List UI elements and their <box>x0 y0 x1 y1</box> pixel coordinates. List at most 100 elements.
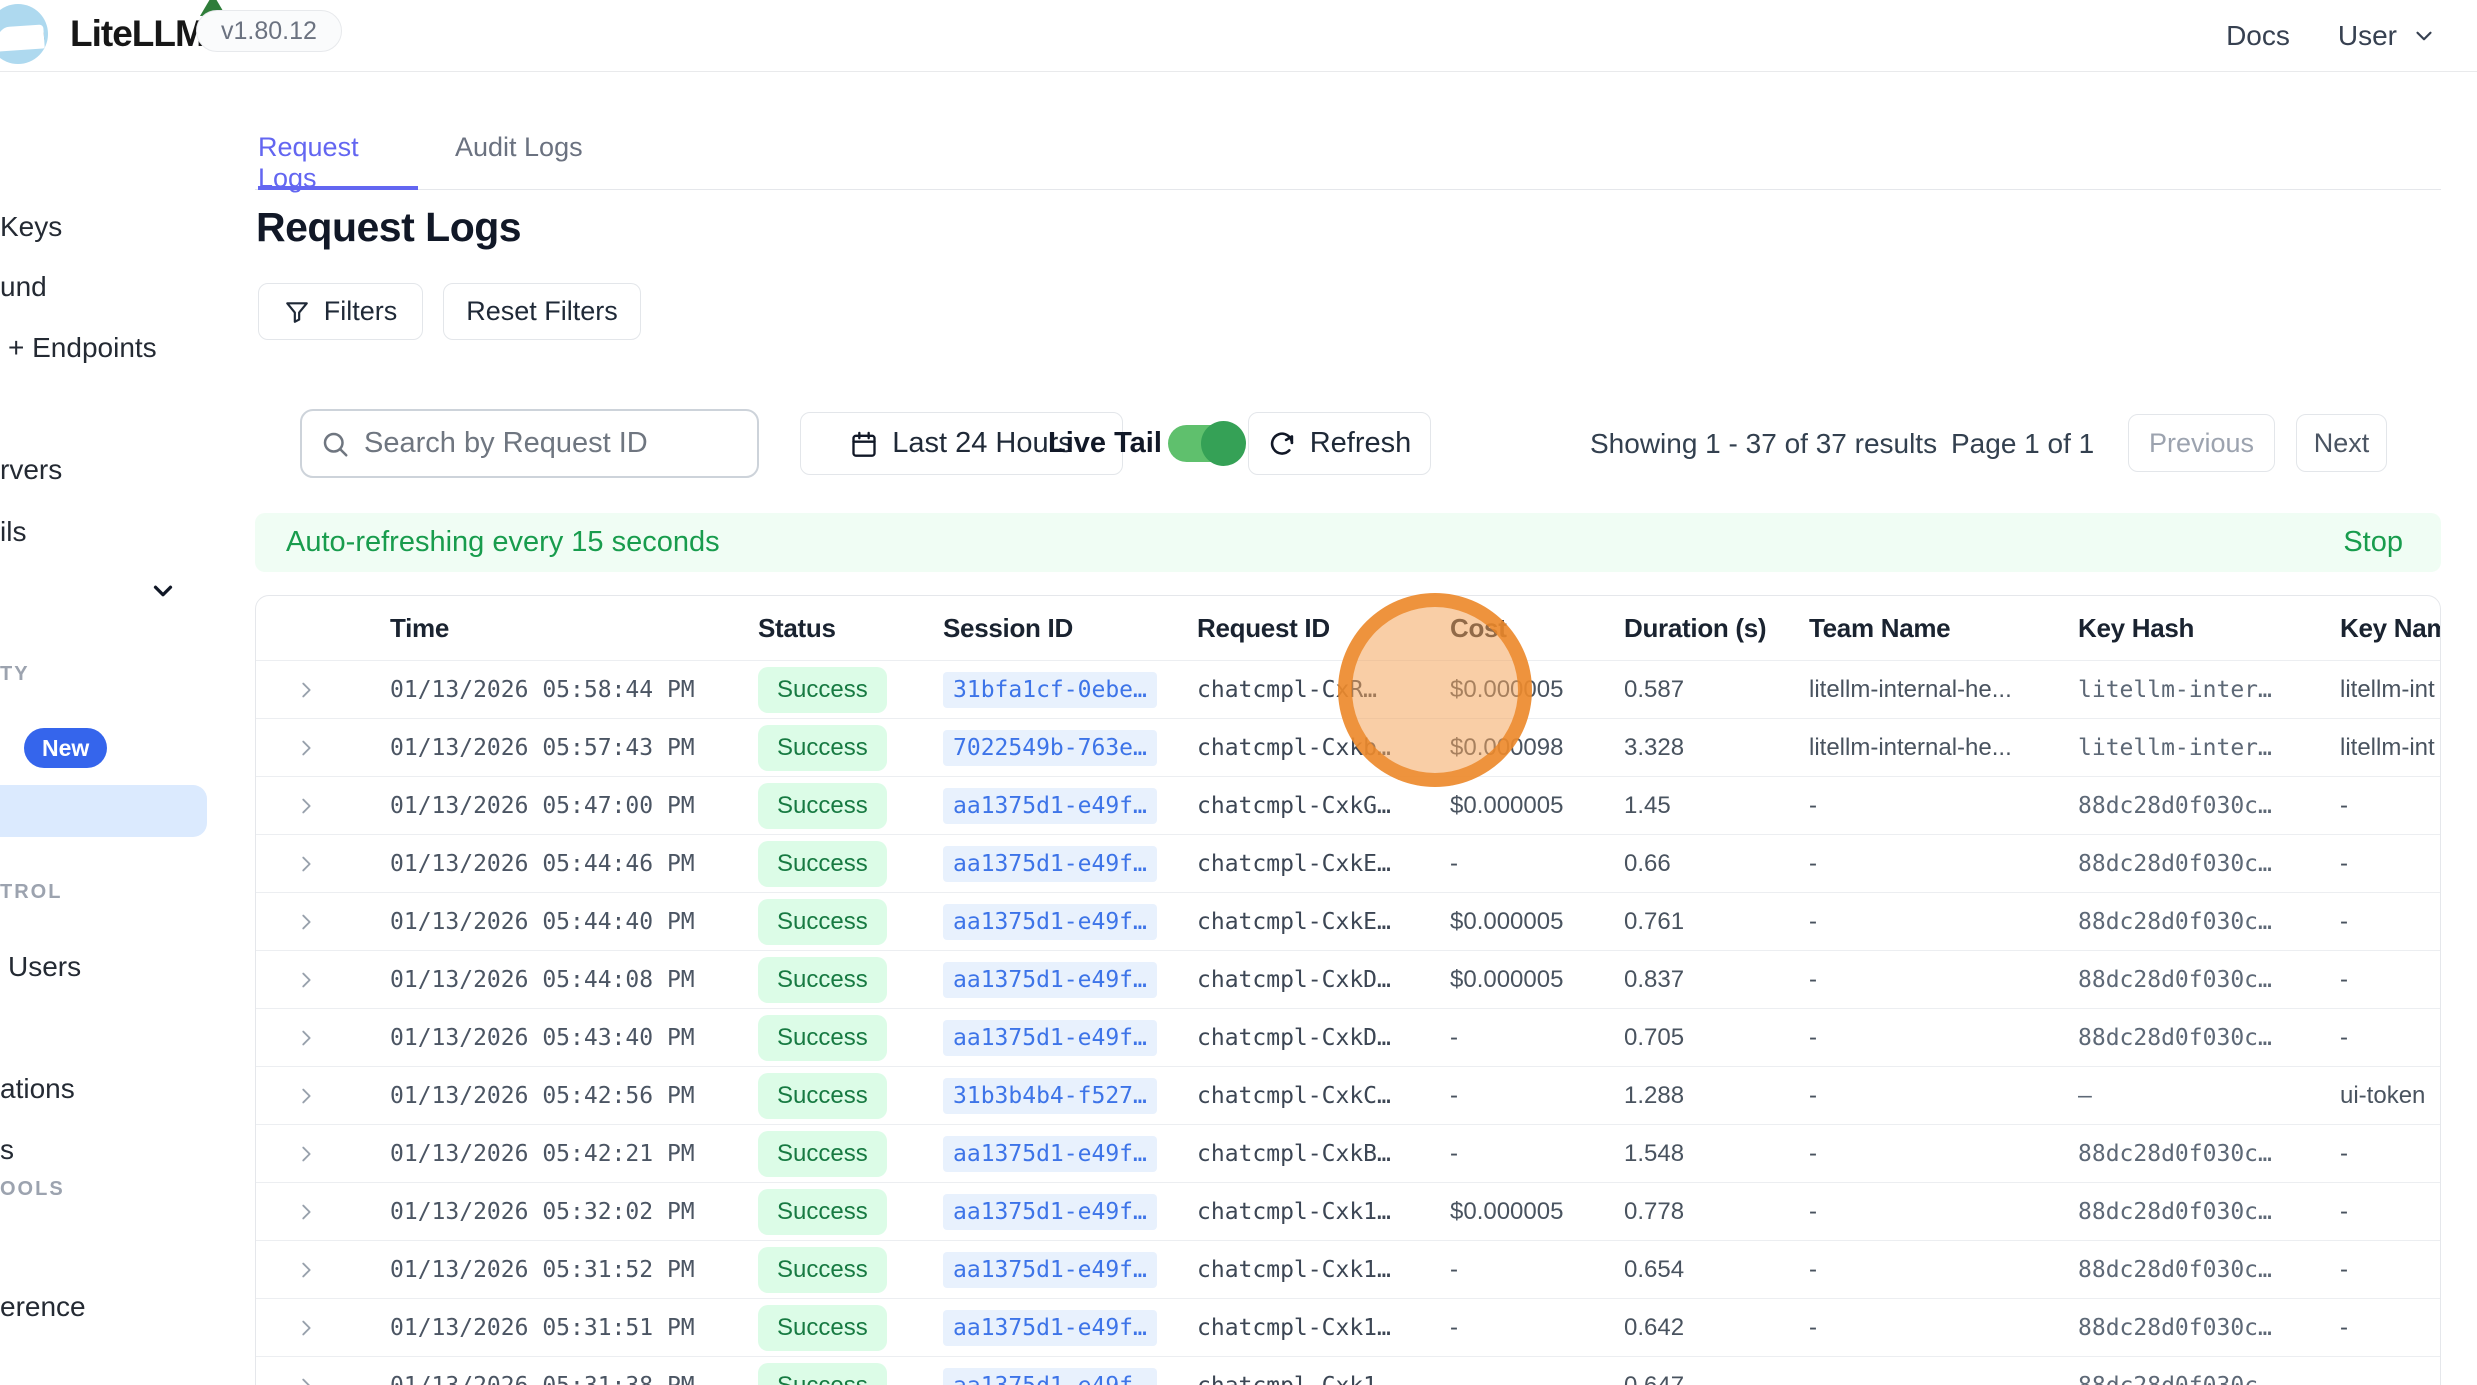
cell-request-id: chatcmpl-Cxk1… <box>1163 1257 1416 1283</box>
session-id-link[interactable]: aa1375d1-e49f… <box>943 1020 1157 1056</box>
table-row[interactable]: 01/13/2026 05:44:40 PM Success aa1375d1-… <box>256 892 2440 950</box>
sidebar-item-organizations[interactable]: ations <box>0 1073 75 1105</box>
session-id-link[interactable]: 7022549b-763e… <box>943 730 1157 766</box>
cell-request-id: chatcmpl-Cxk1… <box>1163 1199 1416 1225</box>
search-input[interactable] <box>364 427 739 460</box>
expand-row-chevron-icon[interactable] <box>295 1259 317 1281</box>
expand-row-chevron-icon[interactable] <box>295 1143 317 1165</box>
new-badge: New <box>24 728 107 768</box>
status-badge: Success <box>758 783 887 829</box>
cell-session-id: aa1375d1-e49f… <box>909 846 1163 882</box>
table-row[interactable]: 01/13/2026 05:31:51 PM Success aa1375d1-… <box>256 1298 2440 1356</box>
expand-row-chevron-icon[interactable] <box>295 1317 317 1339</box>
docs-link[interactable]: Docs <box>2226 20 2290 52</box>
status-badge: Success <box>758 957 887 1003</box>
sidebar-item-servers[interactable]: rvers <box>0 454 62 486</box>
session-id-link[interactable]: aa1375d1-e49f… <box>943 1136 1157 1172</box>
table-row[interactable]: 01/13/2026 05:58:44 PM Success 31bfa1cf-… <box>256 660 2440 718</box>
table-row[interactable]: 01/13/2026 05:47:00 PM Success aa1375d1-… <box>256 776 2440 834</box>
live-tail-toggle[interactable] <box>1168 425 1242 462</box>
table-row[interactable]: 01/13/2026 05:43:40 PM Success aa1375d1-… <box>256 1008 2440 1066</box>
sidebar-item-playground[interactable]: und <box>0 271 47 303</box>
expand-row-chevron-icon[interactable] <box>295 795 317 817</box>
cell-duration: 0.654 <box>1590 1256 1775 1284</box>
brand-title: LiteLLM <box>70 13 205 55</box>
table-row[interactable]: 01/13/2026 05:32:02 PM Success aa1375d1-… <box>256 1182 2440 1240</box>
status-badge: Success <box>758 1131 887 1177</box>
session-id-link[interactable]: 31b3b4b4-f527… <box>943 1078 1157 1114</box>
table-row[interactable]: 01/13/2026 05:44:46 PM Success aa1375d1-… <box>256 834 2440 892</box>
table-body: 01/13/2026 05:58:44 PM Success 31bfa1cf-… <box>256 660 2440 1385</box>
user-menu[interactable]: User <box>2338 20 2437 52</box>
chevron-down-icon <box>2411 23 2437 49</box>
sidebar-item-endpoints[interactable]: + Endpoints <box>8 332 157 364</box>
cell-request-id: chatcmpl-CxkC… <box>1163 1083 1416 1109</box>
refresh-button[interactable]: Refresh <box>1248 412 1431 475</box>
tab-audit-logs[interactable]: Audit Logs <box>455 132 583 190</box>
sidebar-section-observability: TY <box>0 663 30 686</box>
status-badge: Success <box>758 1363 887 1385</box>
cell-time: 01/13/2026 05:58:44 PM <box>356 677 724 703</box>
page-title: Request Logs <box>256 204 521 251</box>
cell-time: 01/13/2026 05:43:40 PM <box>356 1025 724 1051</box>
table-row[interactable]: 01/13/2026 05:44:08 PM Success aa1375d1-… <box>256 950 2440 1008</box>
filters-button[interactable]: Filters <box>258 283 423 340</box>
sidebar-item-keys[interactable]: Keys <box>0 211 62 243</box>
cell-session-id: aa1375d1-e49f… <box>909 962 1163 998</box>
cell-session-id: 31b3b4b4-f527… <box>909 1078 1163 1114</box>
sidebar-item-users[interactable]: Users <box>8 951 81 983</box>
previous-page-button[interactable]: Previous <box>2128 414 2275 472</box>
next-page-button[interactable]: Next <box>2296 414 2387 472</box>
cell-request-id: chatcmpl-CxkE… <box>1163 909 1416 935</box>
tab-request-logs[interactable]: Request Logs <box>258 132 418 190</box>
cell-cost: $0.000005 <box>1416 792 1590 820</box>
session-id-link[interactable]: 31bfa1cf-0ebe… <box>943 672 1157 708</box>
sidebar-item-teams[interactable]: s <box>0 1134 14 1166</box>
expand-row-chevron-icon[interactable] <box>295 853 317 875</box>
expand-row-chevron-icon[interactable] <box>295 911 317 933</box>
cell-cost: $0.000005 <box>1416 966 1590 994</box>
cell-cost: - <box>1416 1256 1590 1284</box>
status-badge: Success <box>758 899 887 945</box>
sidebar-active-item[interactable] <box>0 785 207 837</box>
cell-duration: 0.778 <box>1590 1198 1775 1226</box>
expand-row-chevron-icon[interactable] <box>295 679 317 701</box>
expand-row-chevron-icon[interactable] <box>295 1027 317 1049</box>
cell-session-id: aa1375d1-e49f… <box>909 1194 1163 1230</box>
table-row[interactable]: 01/13/2026 05:42:56 PM Success 31b3b4b4-… <box>256 1066 2440 1124</box>
sidebar-item-guardrails[interactable]: ils <box>0 516 26 548</box>
cell-time: 01/13/2026 05:31:38 PM <box>356 1373 724 1385</box>
session-id-link[interactable]: aa1375d1-e49f… <box>943 1368 1157 1385</box>
expand-row-chevron-icon[interactable] <box>295 1085 317 1107</box>
table-row[interactable]: 01/13/2026 05:57:43 PM Success 7022549b-… <box>256 718 2440 776</box>
cell-cost: - <box>1416 1314 1590 1342</box>
cell-key-name: - <box>2306 1372 2441 1385</box>
session-id-link[interactable]: aa1375d1-e49f… <box>943 1194 1157 1230</box>
session-id-link[interactable]: aa1375d1-e49f… <box>943 1310 1157 1346</box>
col-session-id: Session ID <box>909 613 1163 644</box>
expand-row-chevron-icon[interactable] <box>295 1201 317 1223</box>
cell-key-name: - <box>2306 792 2441 820</box>
session-id-link[interactable]: aa1375d1-e49f… <box>943 788 1157 824</box>
expand-row-chevron-icon[interactable] <box>295 737 317 759</box>
cell-session-id: aa1375d1-e49f… <box>909 1020 1163 1056</box>
expand-row-chevron-icon[interactable] <box>295 969 317 991</box>
sidebar-item-reference[interactable]: erence <box>0 1291 86 1323</box>
cell-time: 01/13/2026 05:32:02 PM <box>356 1199 724 1225</box>
expand-row-chevron-icon[interactable] <box>295 1375 317 1385</box>
auto-refresh-message: Auto-refreshing every 15 seconds <box>286 526 720 559</box>
stop-auto-refresh-button[interactable]: Stop <box>2343 526 2403 559</box>
session-id-link[interactable]: aa1375d1-e49f… <box>943 962 1157 998</box>
cell-key-hash: 88dc28d0f030c… <box>2044 851 2306 877</box>
session-id-link[interactable]: aa1375d1-e49f… <box>943 1252 1157 1288</box>
cell-cost: - <box>1416 1372 1590 1385</box>
status-badge: Success <box>758 1073 887 1119</box>
reset-filters-button[interactable]: Reset Filters <box>443 283 641 340</box>
session-id-link[interactable]: aa1375d1-e49f… <box>943 846 1157 882</box>
sidebar-collapse-chevron-icon[interactable] <box>148 576 178 606</box>
table-row[interactable]: 01/13/2026 05:31:38 PM Success aa1375d1-… <box>256 1356 2440 1385</box>
table-row[interactable]: 01/13/2026 05:42:21 PM Success aa1375d1-… <box>256 1124 2440 1182</box>
session-id-link[interactable]: aa1375d1-e49f… <box>943 904 1157 940</box>
status-badge: Success <box>758 841 887 887</box>
table-row[interactable]: 01/13/2026 05:31:52 PM Success aa1375d1-… <box>256 1240 2440 1298</box>
